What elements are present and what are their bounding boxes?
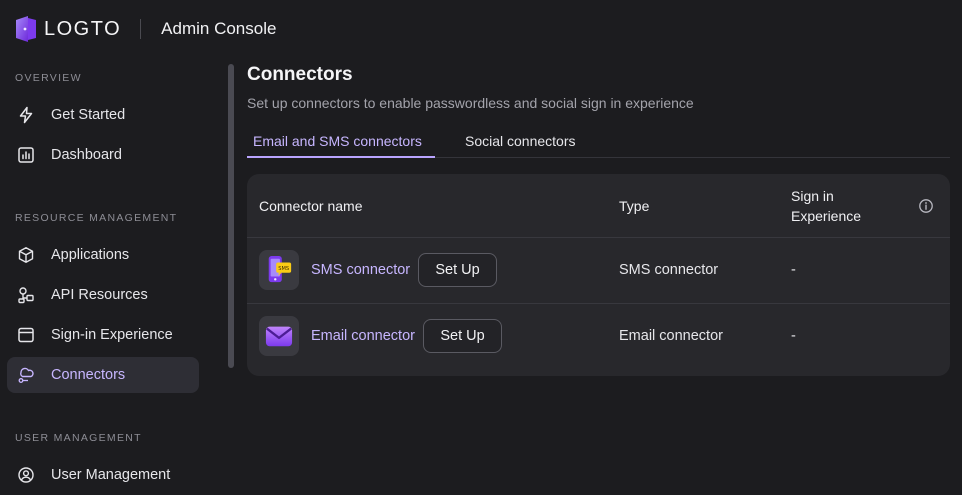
top-bar: LOGTO Admin Console — [0, 0, 962, 58]
sidebar-item-label: Sign-in Experience — [51, 327, 173, 343]
sidebar-item-dashboard[interactable]: Dashboard — [7, 137, 199, 173]
sms-sign-in-status: - — [791, 262, 796, 278]
tab-email-sms-connectors[interactable]: Email and SMS connectors — [247, 130, 435, 158]
sidebar-item-label: API Resources — [51, 287, 148, 303]
sidebar-scrollbar[interactable] — [228, 64, 234, 368]
console-title: Admin Console — [161, 19, 277, 38]
svg-text:SMS: SMS — [278, 266, 289, 272]
header-divider — [140, 19, 142, 39]
column-header-connector-name: Connector name — [259, 198, 363, 214]
email-connector-type: Email connector — [619, 328, 723, 344]
window-icon — [17, 326, 35, 344]
logo-text: LOGTO — [44, 17, 122, 40]
chart-icon — [17, 146, 35, 164]
connectors-table: Connector name Type Sign in Experience S… — [247, 174, 950, 376]
table-header: Connector name Type Sign in Experience — [247, 174, 950, 238]
table-row: SMS SMS connector Set Up SMS connector - — [247, 238, 950, 303]
sidebar-item-applications[interactable]: Applications — [7, 237, 199, 273]
page-subtitle: Set up connectors to enable passwordless… — [247, 95, 694, 111]
sms-connector-link[interactable]: SMS connector — [311, 262, 410, 278]
sms-setup-button[interactable]: Set Up — [418, 253, 497, 287]
info-icon[interactable] — [918, 198, 934, 214]
sms-connector-type: SMS connector — [619, 262, 719, 278]
section-title-user-management: USER MANAGEMENT — [15, 432, 142, 444]
column-header-type: Type — [619, 198, 650, 214]
sidebar: OVERVIEW Get Started Dashboard RESOURCE … — [0, 58, 210, 495]
connector-tabs: Email and SMS connectors Social connecto… — [247, 130, 950, 158]
sms-logo-icon: SMS — [259, 250, 299, 290]
sidebar-item-label: Dashboard — [51, 147, 122, 163]
section-title-overview: OVERVIEW — [15, 72, 82, 84]
sidebar-item-api-resources[interactable]: API Resources — [7, 277, 199, 313]
sidebar-item-get-started[interactable]: Get Started — [7, 97, 199, 133]
lightning-icon — [17, 106, 35, 124]
sidebar-item-label: Connectors — [51, 367, 126, 383]
column-header-sign-in: Sign in — [791, 188, 834, 204]
logto-logo-icon — [14, 16, 38, 42]
sidebar-item-label: Applications — [51, 247, 130, 263]
sidebar-item-user-management[interactable]: User Management — [7, 457, 199, 493]
cube-icon — [17, 246, 35, 264]
connector-icon — [17, 366, 35, 384]
email-sign-in-status: - — [791, 328, 796, 344]
sidebar-item-label: User Management — [51, 467, 171, 483]
sidebar-item-connectors[interactable]: Connectors — [7, 357, 199, 393]
user-icon — [17, 466, 35, 484]
email-logo-icon — [259, 316, 299, 356]
page-title: Connectors — [247, 64, 353, 85]
table-row: Email connector Set Up Email connector - — [247, 303, 950, 368]
email-setup-button[interactable]: Set Up — [423, 319, 502, 353]
column-header-experience: Experience — [791, 208, 862, 224]
sidebar-item-label: Get Started — [51, 107, 126, 123]
section-title-resource-management: RESOURCE MANAGEMENT — [15, 212, 178, 224]
sidebar-item-sign-in-experience[interactable]: Sign-in Experience — [7, 317, 199, 353]
tab-social-connectors[interactable]: Social connectors — [465, 130, 576, 158]
resources-icon — [17, 286, 35, 304]
email-connector-link[interactable]: Email connector — [311, 328, 415, 344]
